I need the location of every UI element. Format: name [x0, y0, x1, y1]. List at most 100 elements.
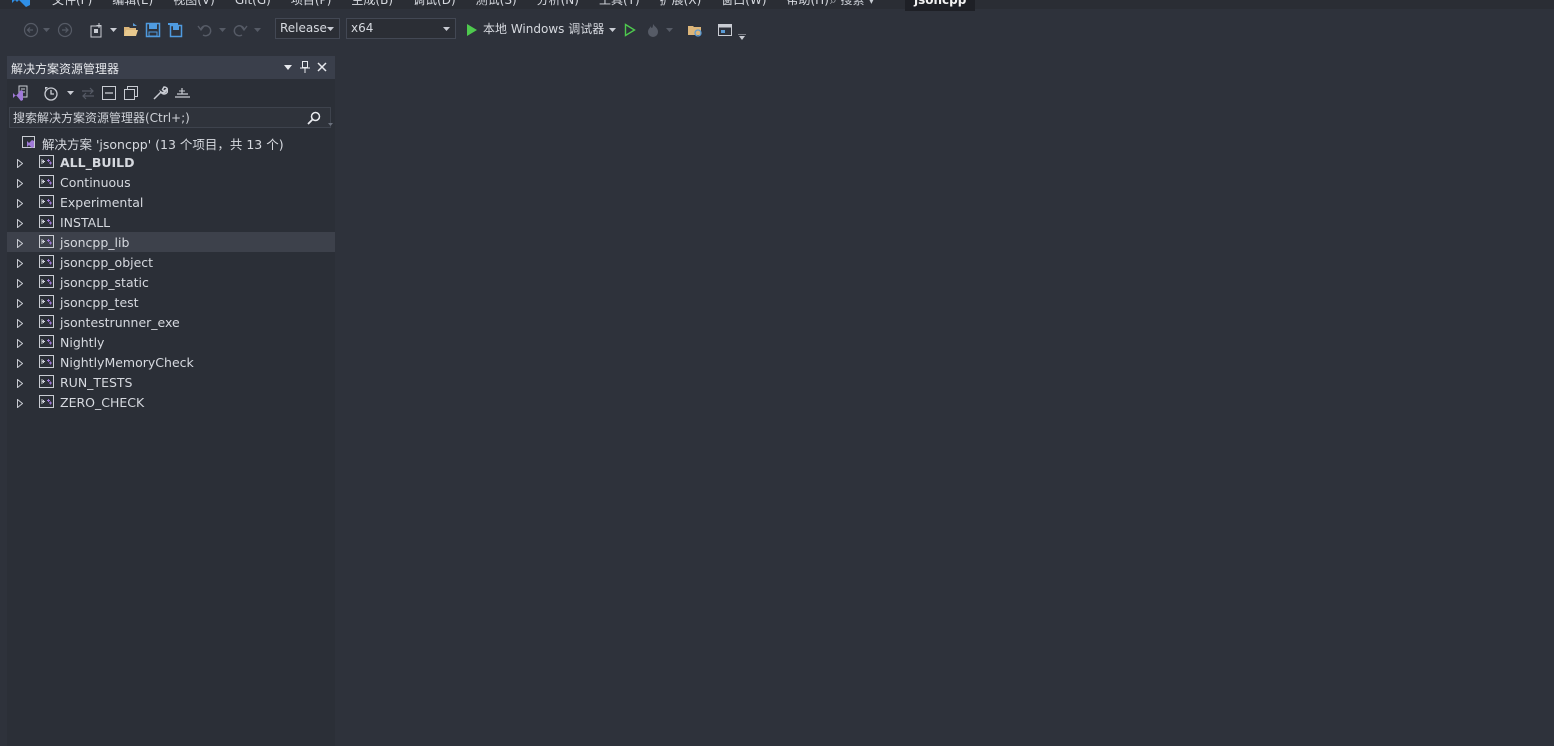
menu-item[interactable]: 视图(V)	[163, 0, 225, 9]
project-label: jsoncpp_lib	[60, 235, 130, 250]
project-node[interactable]: jsontestrunner_exe	[7, 312, 335, 332]
sync-with-active-document-icon[interactable]	[80, 84, 96, 102]
project-node[interactable]: ZERO_CHECK	[7, 392, 335, 412]
close-icon[interactable]	[315, 60, 329, 74]
pending-changes-filter-icon[interactable]	[43, 84, 59, 102]
undo-dropdown-icon[interactable]	[217, 21, 227, 39]
project-node[interactable]: Nightly	[7, 332, 335, 352]
debugger-dropdown-icon[interactable]	[607, 21, 617, 39]
menu-list: 文件(F) 编辑(E) 视图(V) Git(G) 项目(P) 生成(B) 调试(D) 测试(S…	[42, 0, 839, 9]
solution-icon	[21, 135, 37, 152]
project-node[interactable]: Experimental	[7, 192, 335, 212]
cpp-project-icon	[39, 335, 54, 351]
project-label: INSTALL	[60, 215, 111, 230]
explorer-search-input[interactable]	[13, 109, 293, 126]
project-node[interactable]: ALL_BUILD	[7, 152, 335, 172]
back-dropdown-icon[interactable]	[41, 21, 51, 39]
project-node[interactable]: Continuous	[7, 172, 335, 192]
expand-triangle-icon[interactable]	[17, 317, 24, 331]
cpp-project-icon	[39, 175, 54, 191]
toolbar-options-icon[interactable]	[737, 28, 747, 46]
menu-item[interactable]: 文件(F)	[42, 0, 102, 9]
project-label: Nightly	[60, 335, 105, 350]
forward-icon[interactable]	[56, 21, 74, 39]
window-layout-icon[interactable]	[716, 21, 734, 39]
cpp-project-icon	[39, 395, 54, 411]
project-label: Continuous	[60, 175, 131, 190]
cpp-project-icon	[39, 295, 54, 311]
undo-icon[interactable]	[196, 21, 214, 39]
expand-triangle-icon[interactable]	[17, 217, 24, 231]
expand-triangle-icon[interactable]	[17, 277, 24, 291]
menu-item[interactable]: Git(G)	[225, 0, 281, 9]
start-without-debugging-icon[interactable]	[622, 21, 638, 39]
project-label: jsoncpp_object	[60, 255, 154, 270]
menu-item[interactable]: 项目(P)	[281, 0, 342, 9]
open-file-icon[interactable]	[122, 21, 140, 39]
expand-triangle-icon[interactable]	[17, 397, 24, 411]
redo-dropdown-icon[interactable]	[252, 21, 262, 39]
preview-selected-items-icon[interactable]	[174, 84, 192, 102]
explorer-search-box[interactable]	[9, 107, 333, 129]
new-project-icon[interactable]	[88, 21, 106, 39]
pin-icon[interactable]	[298, 60, 312, 74]
panel-menu-chevron-down-icon[interactable]	[281, 60, 295, 74]
new-project-dropdown-icon[interactable]	[108, 21, 118, 39]
expand-triangle-icon[interactable]	[17, 157, 24, 171]
start-debugging-icon[interactable]	[464, 21, 480, 39]
project-node[interactable]: jsoncpp_lib	[7, 232, 335, 252]
menu-item[interactable]: 工具(T)	[589, 0, 650, 9]
menu-item[interactable]: 分析(N)	[527, 0, 589, 9]
cpp-project-icon	[39, 215, 54, 231]
solution-node[interactable]: 解决方案 'jsoncpp' (13 个项目，共 13 个)	[7, 132, 335, 152]
expand-triangle-icon[interactable]	[17, 177, 24, 191]
project-node[interactable]: jsoncpp_static	[7, 272, 335, 292]
cpp-project-icon	[39, 155, 54, 171]
filter-dropdown-icon[interactable]	[67, 84, 74, 102]
project-label: ZERO_CHECK	[60, 395, 145, 410]
back-icon[interactable]	[22, 21, 40, 39]
cpp-project-icon	[39, 255, 54, 271]
collapse-all-icon[interactable]	[101, 84, 117, 102]
project-node[interactable]: INSTALL	[7, 212, 335, 232]
visual-studio-logo-icon[interactable]	[11, 0, 31, 8]
search-icon[interactable]	[307, 111, 321, 128]
save-all-icon[interactable]	[166, 21, 184, 39]
browse-folder-icon[interactable]	[686, 21, 704, 39]
search-options-chevron-down-icon[interactable]	[328, 115, 333, 129]
project-node[interactable]: jsoncpp_test	[7, 292, 335, 312]
expand-triangle-icon[interactable]	[17, 337, 24, 351]
configuration-value: Release	[280, 21, 327, 35]
platform-select[interactable]: x64	[346, 18, 456, 39]
hot-reload-icon[interactable]	[645, 21, 661, 39]
switch-views-icon[interactable]	[12, 84, 30, 102]
project-node[interactable]: NightlyMemoryCheck	[7, 352, 335, 372]
start-debugger-button[interactable]: 本地 Windows 调试器	[483, 21, 604, 37]
project-label: NightlyMemoryCheck	[60, 355, 194, 370]
expand-triangle-icon[interactable]	[17, 257, 24, 271]
redo-icon[interactable]	[231, 21, 249, 39]
expand-triangle-icon[interactable]	[17, 377, 24, 391]
solution-explorer-titlebar: 解决方案资源管理器	[7, 56, 335, 79]
menu-item[interactable]: 编辑(E)	[102, 0, 163, 9]
project-label: jsontestrunner_exe	[60, 315, 180, 330]
solution-explorer-toolbar	[7, 81, 335, 105]
menu-item[interactable]: 测试(S)	[466, 0, 527, 9]
project-node[interactable]: jsoncpp_object	[7, 252, 335, 272]
save-icon[interactable]	[144, 21, 162, 39]
menu-item[interactable]: 调试(D)	[403, 0, 466, 9]
expand-triangle-icon[interactable]	[17, 197, 24, 211]
menu-item[interactable]: 窗口(W)	[711, 0, 776, 9]
hot-reload-dropdown-icon[interactable]	[664, 21, 674, 39]
expand-triangle-icon[interactable]	[17, 357, 24, 371]
menu-item[interactable]: 生成(B)	[341, 0, 403, 9]
expand-triangle-icon[interactable]	[17, 297, 24, 311]
chevron-down-icon	[443, 27, 450, 31]
project-node[interactable]: RUN_TESTS	[7, 372, 335, 392]
configuration-select[interactable]: Release	[275, 18, 340, 39]
properties-wrench-icon[interactable]	[152, 84, 168, 102]
show-all-files-icon[interactable]	[123, 84, 139, 102]
expand-triangle-icon[interactable]	[17, 237, 24, 251]
search-menu[interactable]: ⌕ 搜索 ▾	[830, 0, 874, 9]
menu-item[interactable]: 扩展(X)	[650, 0, 712, 9]
